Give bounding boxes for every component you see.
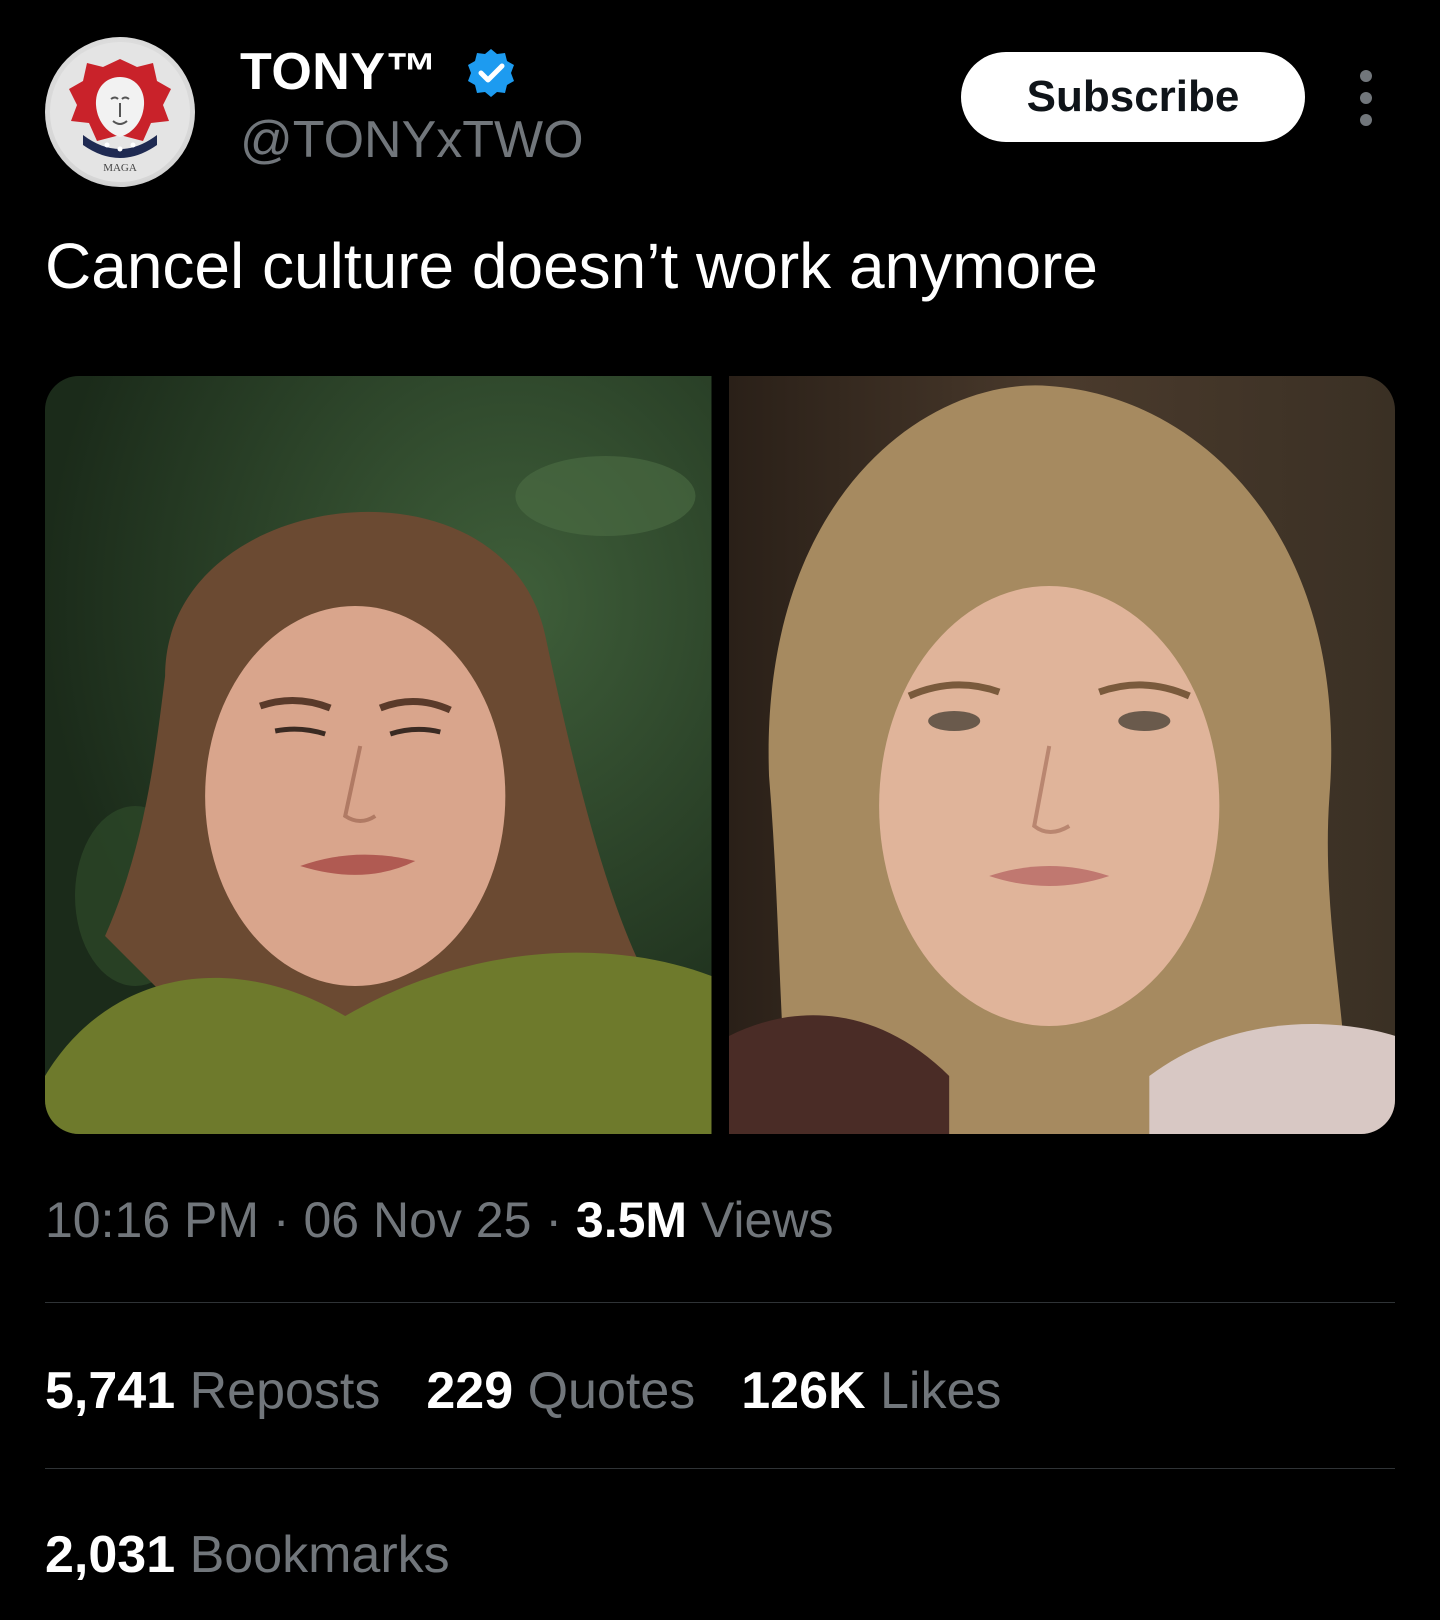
likes-stat[interactable]: 126K Likes [741, 1360, 1001, 1422]
tweet-meta: 10:16 PM · 06 Nov 25 · 3.5M Views [45, 1190, 833, 1250]
tweet-time[interactable]: 10:16 PM [45, 1192, 259, 1248]
tweet-date[interactable]: 06 Nov 25 [303, 1192, 531, 1248]
bookmarks-label: Bookmarks [189, 1526, 450, 1584]
user-handle[interactable]: @TONYxTWO [240, 110, 584, 170]
verified-badge-icon [465, 47, 517, 99]
more-vertical-icon[interactable] [1346, 70, 1386, 126]
display-name[interactable]: TONY™ [240, 42, 438, 102]
bookmarks-stat[interactable]: 2,031 Bookmarks [45, 1524, 450, 1586]
meta-separator: · [272, 1192, 290, 1248]
reposts-label: Reposts [189, 1362, 381, 1420]
quotes-label: Quotes [527, 1362, 696, 1420]
bookmarks-count: 2,031 [45, 1526, 176, 1584]
media-photo-right[interactable] [728, 376, 1395, 1134]
quotes-count: 229 [426, 1362, 514, 1420]
divider [45, 1302, 1395, 1303]
avatar-caption: MAGA [103, 162, 137, 174]
divider [45, 1468, 1395, 1469]
reposts-count: 5,741 [45, 1362, 176, 1420]
likes-count: 126K [741, 1362, 866, 1420]
avatar[interactable]: MAGA [45, 37, 195, 187]
lion-maga-logo-icon: MAGA [50, 42, 190, 182]
quotes-stat[interactable]: 229 Quotes [426, 1360, 695, 1422]
subscribe-button[interactable]: Subscribe [961, 52, 1305, 142]
tweet-media[interactable] [45, 376, 1395, 1134]
tweet-text: Cancel culture doesn’t work anymore [45, 230, 1098, 302]
likes-label: Likes [880, 1362, 1002, 1420]
engagement-stats: 5,741 Reposts 229 Quotes 126K Likes [45, 1360, 1001, 1422]
views-label: Views [700, 1192, 834, 1248]
views-count: 3.5M [575, 1192, 688, 1248]
media-photo-left[interactable] [45, 376, 712, 1134]
reposts-stat[interactable]: 5,741 Reposts [45, 1360, 380, 1422]
meta-separator: · [545, 1192, 562, 1248]
